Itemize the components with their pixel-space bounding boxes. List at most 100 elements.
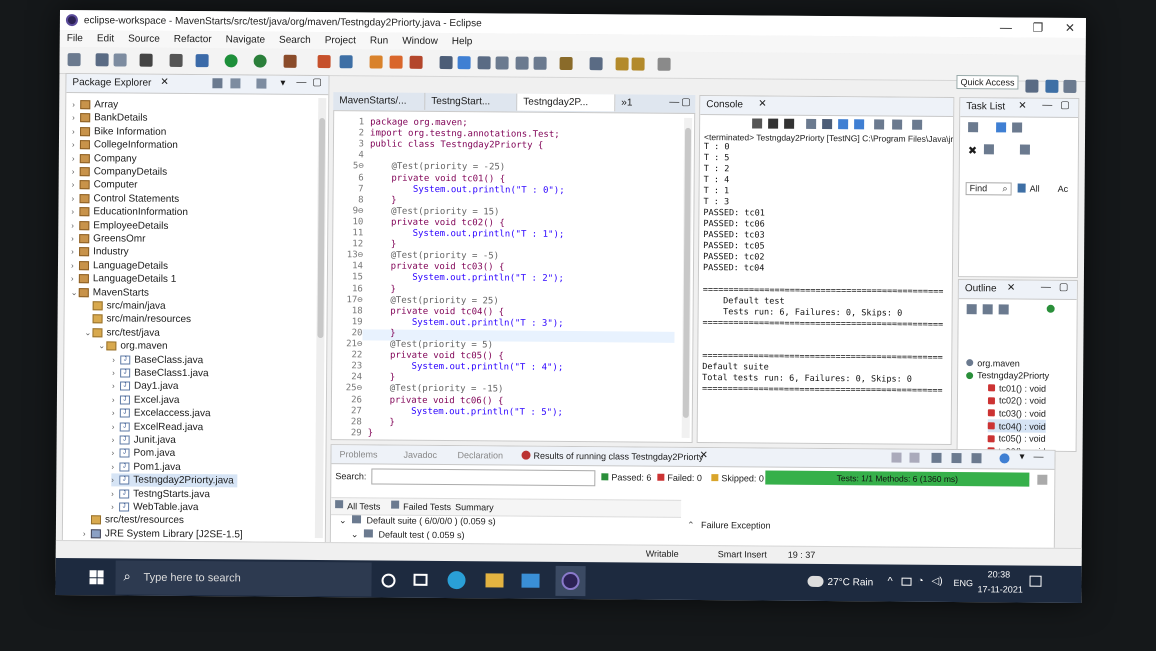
code-line[interactable]: System.out.println("T : 1"); xyxy=(369,228,565,240)
debug-icon[interactable] xyxy=(195,54,209,68)
language-indicator[interactable]: ENG xyxy=(953,578,973,588)
tree-item[interactable]: › J Junit.java xyxy=(112,433,176,447)
code-line[interactable]: private void tc01() { xyxy=(370,173,505,184)
minimize-view-icon[interactable]: — xyxy=(1041,282,1051,293)
next-failure-icon[interactable] xyxy=(909,452,920,463)
tree-item[interactable]: › BankDetails xyxy=(72,111,147,125)
tree-item[interactable]: › J ExcelRead.java xyxy=(112,420,204,434)
tree-item[interactable]: src/main/java xyxy=(85,299,166,313)
quick-access-field[interactable]: Quick Access xyxy=(956,75,1019,90)
remove-launch-icon[interactable] xyxy=(768,118,779,129)
back-icon[interactable] xyxy=(631,57,645,71)
scrollbar-thumb[interactable] xyxy=(317,118,326,339)
tab-testngday2priorty[interactable]: Testngday2P... xyxy=(517,93,616,112)
code-line[interactable]: System.out.println("T : 4"); xyxy=(368,362,564,373)
new-task-icon[interactable] xyxy=(968,122,979,133)
chevron-down-icon[interactable]: ⌄ xyxy=(84,328,92,337)
search-icon[interactable] xyxy=(439,55,453,70)
chevron-right-icon[interactable]: › xyxy=(72,113,80,122)
tab-problems[interactable]: Problems xyxy=(339,449,377,459)
chevron-right-icon[interactable]: › xyxy=(71,234,79,243)
outline-item[interactable]: org.maven xyxy=(966,356,1020,369)
menu-refactor[interactable]: Refactor xyxy=(174,34,212,45)
tab-all-tests[interactable]: All Tests xyxy=(347,501,380,511)
rerun-icon[interactable] xyxy=(931,452,942,463)
mail-icon[interactable] xyxy=(521,573,540,588)
tree-item[interactable]: › EmployeeDetails xyxy=(71,219,168,233)
tree-item[interactable]: › GreensOmr xyxy=(71,232,145,246)
cortana-icon[interactable] xyxy=(381,573,396,588)
minimize-view-icon[interactable]: — xyxy=(1033,452,1043,463)
maximize-view-icon[interactable]: ▢ xyxy=(1059,282,1069,293)
close-icon[interactable]: ✕ xyxy=(758,98,766,109)
tree-item[interactable]: › J BaseClass1.java xyxy=(112,366,209,380)
maximize-button[interactable]: ❐ xyxy=(1022,21,1054,35)
code-line[interactable]: } xyxy=(368,373,396,383)
tree-item[interactable]: › Array xyxy=(72,98,118,111)
console-tab[interactable]: Console ✕ xyxy=(700,96,954,118)
outline-item[interactable]: Testngday2Priorty xyxy=(966,369,1049,383)
editor-scrollbar[interactable] xyxy=(681,117,693,438)
code-line[interactable]: } xyxy=(368,417,395,427)
forward-icon[interactable] xyxy=(657,57,671,71)
open-console-icon[interactable] xyxy=(912,119,923,130)
tree-item[interactable]: ⌄ src/test/java xyxy=(84,326,159,340)
code-line[interactable]: } xyxy=(369,195,397,205)
menu-window[interactable]: Window xyxy=(402,36,438,47)
clear-console-icon[interactable] xyxy=(806,118,817,129)
new-package-icon[interactable] xyxy=(339,55,353,69)
tree-item[interactable]: › Computer xyxy=(72,178,138,192)
chevron-right-icon[interactable]: › xyxy=(112,395,120,404)
chevron-right-icon[interactable]: › xyxy=(71,274,79,283)
next-annotation-icon[interactable] xyxy=(559,56,573,71)
notifications-icon[interactable] xyxy=(1029,575,1042,587)
run-icon[interactable] xyxy=(224,54,238,68)
word-wrap-icon[interactable] xyxy=(838,119,849,130)
code-editor[interactable]: 1 package org.maven; 2 import org.testng.an… xyxy=(330,110,696,443)
chevron-right-icon[interactable]: › xyxy=(111,449,119,458)
code-line[interactable]: @Test(priority = 25) xyxy=(369,295,498,306)
chevron-right-icon[interactable]: › xyxy=(83,529,91,538)
minimize-button[interactable]: — xyxy=(990,20,1022,34)
toggle-mark-occurrences-icon[interactable] xyxy=(457,56,471,70)
link-with-editor-icon[interactable] xyxy=(230,78,241,89)
synchronize-icon[interactable] xyxy=(1019,144,1030,155)
code-line[interactable]: private void tc04() { xyxy=(369,306,504,317)
rerun-failed-icon[interactable] xyxy=(951,453,962,464)
tree-item[interactable]: › EducationInformation xyxy=(71,205,188,219)
chevron-right-icon[interactable]: › xyxy=(72,127,80,136)
tree-item[interactable]: › LanguageDetails xyxy=(71,259,168,273)
last-edit-icon[interactable] xyxy=(615,57,629,71)
tree-item[interactable]: › JRE System Library [J2SE-1.5] xyxy=(83,527,243,541)
chevron-right-icon[interactable]: › xyxy=(111,476,119,485)
code-line[interactable]: @Test(priority = -25) xyxy=(370,162,505,173)
minimize-view-icon[interactable]: — xyxy=(296,77,306,88)
edge-icon[interactable] xyxy=(447,571,466,590)
show-whitespace-icon[interactable] xyxy=(515,56,529,70)
tab-summary[interactable]: Summary xyxy=(455,502,494,512)
chevron-right-icon[interactable]: › xyxy=(72,154,80,163)
code-line[interactable]: } xyxy=(369,240,397,250)
hide-fields-icon[interactable] xyxy=(982,304,993,315)
java-perspective-icon[interactable] xyxy=(1045,79,1059,93)
tree-item[interactable]: › J Excelaccess.java xyxy=(112,407,211,421)
code-line[interactable]: @Test(priority = -15) xyxy=(368,384,504,395)
skip-breakpoints-icon[interactable] xyxy=(169,53,183,67)
toggle-block-selection-icon[interactable] xyxy=(495,56,509,70)
tree-item[interactable]: › J Pom1.java xyxy=(111,460,180,474)
filter-icon[interactable] xyxy=(1017,183,1026,193)
chevron-right-icon[interactable]: › xyxy=(112,422,120,431)
tree-item[interactable]: › CompanyDetails xyxy=(72,165,167,179)
pin-editor-icon[interactable] xyxy=(533,56,547,70)
chevron-down-icon[interactable]: ⌄ xyxy=(98,341,106,350)
scrollbar[interactable] xyxy=(314,98,327,539)
close-button[interactable]: ✕ xyxy=(1054,21,1086,35)
scheduled-icon[interactable] xyxy=(1012,122,1023,133)
tab-declaration[interactable]: Declaration xyxy=(457,450,503,460)
tree-item[interactable]: › CollegeInformation xyxy=(72,138,178,152)
code-line[interactable]: } xyxy=(368,328,396,338)
previous-annotation-icon[interactable] xyxy=(589,57,603,71)
minimize-view-icon[interactable]: — xyxy=(1042,100,1052,111)
tree-item[interactable]: src/test/resources xyxy=(83,514,184,528)
close-icon[interactable]: ✕ xyxy=(1018,101,1026,112)
